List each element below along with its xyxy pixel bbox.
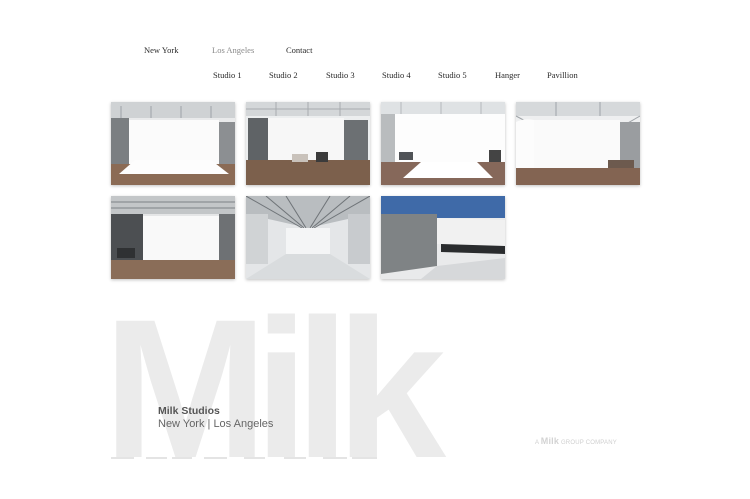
photo-gallery	[111, 102, 641, 280]
studio-photo-5[interactable]	[111, 196, 235, 279]
nav-hanger[interactable]: Hanger	[495, 70, 520, 80]
nav-pavillion[interactable]: Pavillion	[547, 70, 578, 80]
nav-studio-1[interactable]: Studio 1	[213, 70, 242, 80]
studio-nav: Studio 1 Studio 2 Studio 3 Studio 4 Stud…	[0, 70, 750, 84]
group-prefix: A	[535, 440, 539, 446]
pavillion-photo[interactable]	[381, 196, 505, 279]
divider-line	[352, 457, 377, 459]
nav-studio-3[interactable]: Studio 3	[326, 70, 355, 80]
nav-contact[interactable]: Contact	[286, 45, 312, 55]
divider-line	[323, 457, 347, 459]
divider-line	[244, 457, 265, 459]
nav-new-york[interactable]: New York	[144, 45, 178, 55]
nav-los-angeles[interactable]: Los Angeles	[212, 45, 254, 55]
divider-line	[204, 457, 227, 459]
group-brand: Milk	[540, 436, 560, 446]
nav-studio-2[interactable]: Studio 2	[269, 70, 298, 80]
group-company-tag: A Milk GROUP COMPANY	[535, 436, 617, 446]
company-name: Milk Studios	[158, 405, 220, 417]
nav-studio-5[interactable]: Studio 5	[438, 70, 467, 80]
divider-line	[284, 457, 306, 459]
city-nav: New York Los Angeles Contact	[0, 45, 750, 59]
nav-studio-4[interactable]: Studio 4	[382, 70, 411, 80]
divider-line	[111, 457, 134, 459]
divider-line	[146, 457, 167, 459]
divider-line	[172, 457, 192, 459]
studio-photo-1[interactable]	[111, 102, 235, 185]
studio-photo-2[interactable]	[246, 102, 370, 185]
group-suffix: GROUP COMPANY	[560, 440, 617, 446]
studio-photo-3[interactable]	[381, 102, 505, 185]
hangar-photo[interactable]	[246, 196, 370, 279]
company-locations: New York | Los Angeles	[158, 418, 274, 430]
studio-photo-4[interactable]	[516, 102, 640, 185]
